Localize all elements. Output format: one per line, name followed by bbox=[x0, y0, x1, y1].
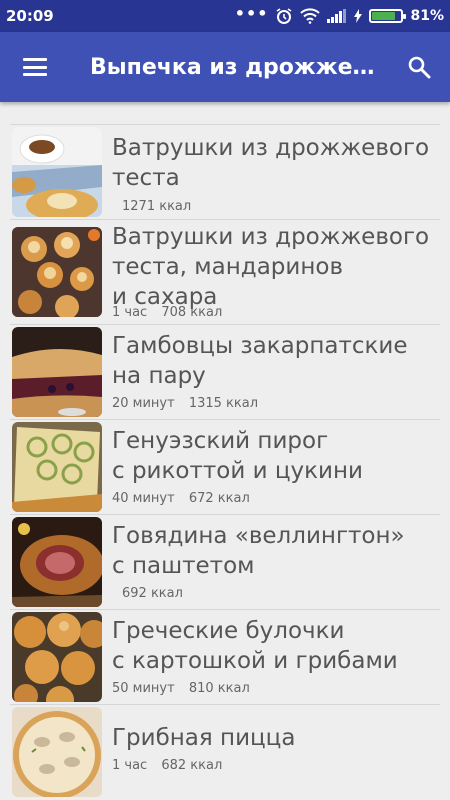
recipe-title: Грибная пицца bbox=[112, 725, 296, 751]
recipe-time: 20 минут bbox=[112, 396, 175, 411]
recipe-time: 40 минут bbox=[112, 491, 175, 506]
recipe-thumbnail bbox=[12, 517, 102, 607]
wifi-icon bbox=[300, 8, 321, 24]
status-time: 20:09 bbox=[6, 7, 54, 25]
recipe-meta: 40 минут 672 ккал bbox=[112, 491, 260, 506]
recipe-time: 1 час bbox=[112, 305, 148, 320]
recipe-title: Генуэзский пирог с рикоттой и цукини bbox=[112, 428, 363, 484]
recipe-item[interactable]: Греческие булочки с картошкой и грибами … bbox=[10, 609, 440, 704]
recipe-kcal: 1271 ккал bbox=[122, 199, 192, 214]
recipe-list: Ватрушки из дрожжевого теста 1271 ккал В… bbox=[0, 124, 450, 797]
recipe-title: Гамбовцы закарпатские на пару bbox=[112, 333, 408, 389]
recipe-title: Ватрушки из дрожжевого теста, мандаринов… bbox=[112, 224, 430, 310]
recipe-kcal: 672 ккал bbox=[188, 491, 250, 506]
recipe-meta: 1 час 682 ккал bbox=[112, 758, 232, 773]
alarm-icon bbox=[277, 8, 292, 24]
recipe-thumbnail bbox=[12, 612, 102, 702]
recipe-meta: 1 час 708 ккал bbox=[112, 305, 232, 320]
recipe-time: 1 час bbox=[112, 758, 148, 773]
recipe-item[interactable]: Ватрушки из дрожжевого теста, мандаринов… bbox=[10, 219, 440, 324]
recipe-thumbnail bbox=[12, 422, 102, 512]
recipe-item[interactable]: Грибная пицца 1 час 682 ккал bbox=[10, 704, 440, 797]
recipe-kcal: 682 ккал bbox=[161, 758, 223, 773]
recipe-kcal: 692 ккал bbox=[122, 586, 183, 601]
recipe-meta: 1271 ккал bbox=[122, 199, 201, 214]
signal-icon bbox=[327, 9, 347, 23]
charging-icon bbox=[354, 9, 363, 23]
recipe-meta: 692 ккал bbox=[122, 586, 193, 601]
hamburger-icon bbox=[23, 58, 47, 76]
status-bar: 20:09 ••• 81% bbox=[0, 0, 450, 32]
recipe-meta: 20 минут 1315 ккал bbox=[112, 396, 268, 411]
recipe-kcal: 810 ккал bbox=[188, 681, 250, 696]
recipe-item[interactable]: Ватрушки из дрожжевого теста 1271 ккал bbox=[10, 124, 440, 219]
status-icons: ••• 81% bbox=[234, 3, 444, 25]
recipe-thumbnail bbox=[12, 227, 102, 317]
recipe-thumbnail bbox=[12, 327, 102, 417]
recipe-title: Греческие булочки с картошкой и грибами bbox=[112, 618, 398, 674]
recipe-thumbnail bbox=[12, 707, 102, 797]
recipe-thumbnail bbox=[12, 127, 102, 217]
battery-percent: 81% bbox=[410, 8, 444, 24]
recipe-title: Ватрушки из дрожжевого теста bbox=[112, 135, 430, 191]
recipe-item[interactable]: Говядина «веллингтон» с паштетом 692 кка… bbox=[10, 514, 440, 609]
app-bar: Выпечка из дрожжево… bbox=[0, 32, 450, 102]
recipe-kcal: 1315 ккал bbox=[188, 396, 259, 411]
search-icon bbox=[408, 56, 431, 79]
page-title: Выпечка из дрожжево… bbox=[90, 54, 388, 80]
recipe-meta: 50 минут 810 ккал bbox=[112, 681, 260, 696]
menu-button[interactable] bbox=[0, 32, 70, 102]
search-button[interactable] bbox=[388, 32, 450, 102]
recipe-time: 50 минут bbox=[112, 681, 175, 696]
recipe-kcal: 708 ккал bbox=[161, 305, 223, 320]
more-notifications-icon: ••• bbox=[234, 3, 269, 23]
recipe-title: Говядина «веллингтон» с паштетом bbox=[112, 523, 405, 579]
recipe-item[interactable]: Гамбовцы закарпатские на пару 20 минут 1… bbox=[10, 324, 440, 419]
recipe-item[interactable]: Генуэзский пирог с рикоттой и цукини 40 … bbox=[10, 419, 440, 514]
battery-icon bbox=[369, 9, 407, 23]
